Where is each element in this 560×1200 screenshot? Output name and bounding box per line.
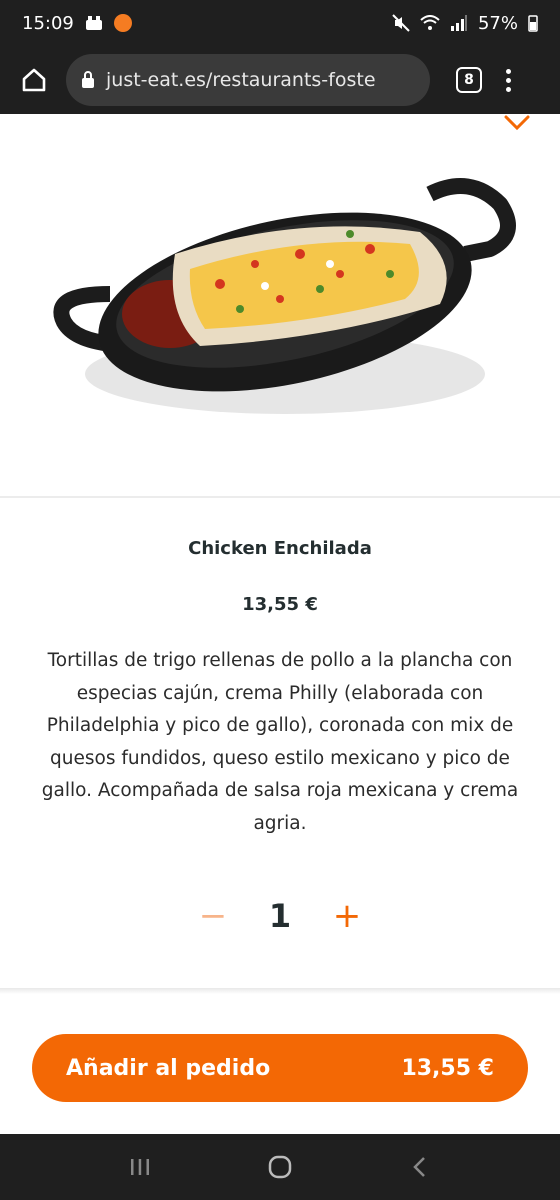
- recent-apps-icon[interactable]: [128, 1155, 152, 1179]
- url-field[interactable]: just-eat.es/restaurants-foste: [66, 54, 430, 106]
- lock-icon: [80, 70, 96, 90]
- home-nav-icon[interactable]: [267, 1154, 293, 1180]
- recording-icon: [113, 14, 132, 32]
- close-icon[interactable]: [504, 114, 530, 141]
- browser-toolbar: just-eat.es/restaurants-foste 8: [0, 46, 560, 114]
- add-to-order-label: Añadir al pedido: [66, 1055, 271, 1081]
- status-time: 15:09: [22, 12, 74, 34]
- enchilada-dish-illustration: [53, 178, 516, 414]
- product-image: [0, 114, 560, 496]
- tab-count: 8: [464, 72, 474, 88]
- home-icon: [22, 68, 46, 92]
- home-button[interactable]: [14, 60, 54, 100]
- product-title: Chicken Enchilada: [188, 538, 372, 559]
- divider: [0, 496, 560, 498]
- battery-icon: [528, 15, 538, 32]
- status-bar: 15:09 57%: [0, 0, 560, 46]
- system-nav-bar: [0, 1134, 560, 1200]
- signal-icon: [450, 15, 467, 31]
- footer-divider: [0, 988, 560, 994]
- product-description: Tortillas de trigo rellenas de pollo a l…: [41, 650, 519, 834]
- increase-quantity-button[interactable]: +: [327, 896, 367, 936]
- add-to-order-button[interactable]: Añadir al pedido 13,55 €: [32, 1034, 528, 1102]
- product-price: 13,55 €: [242, 594, 318, 615]
- battery-level: 57%: [477, 12, 518, 34]
- url-text: just-eat.es/restaurants-foste: [106, 69, 376, 91]
- tabs-button[interactable]: 8: [456, 67, 482, 93]
- add-to-order-price: 13,55 €: [401, 1055, 494, 1081]
- notification-icon: [85, 16, 102, 30]
- back-icon[interactable]: [408, 1155, 432, 1179]
- more-icon[interactable]: [506, 68, 511, 92]
- quantity-value: 1: [268, 897, 292, 935]
- decrease-quantity-button[interactable]: −: [193, 896, 233, 936]
- quantity-stepper: − 1 +: [0, 886, 560, 946]
- mute-icon: [392, 14, 410, 32]
- wifi-icon: [420, 15, 440, 30]
